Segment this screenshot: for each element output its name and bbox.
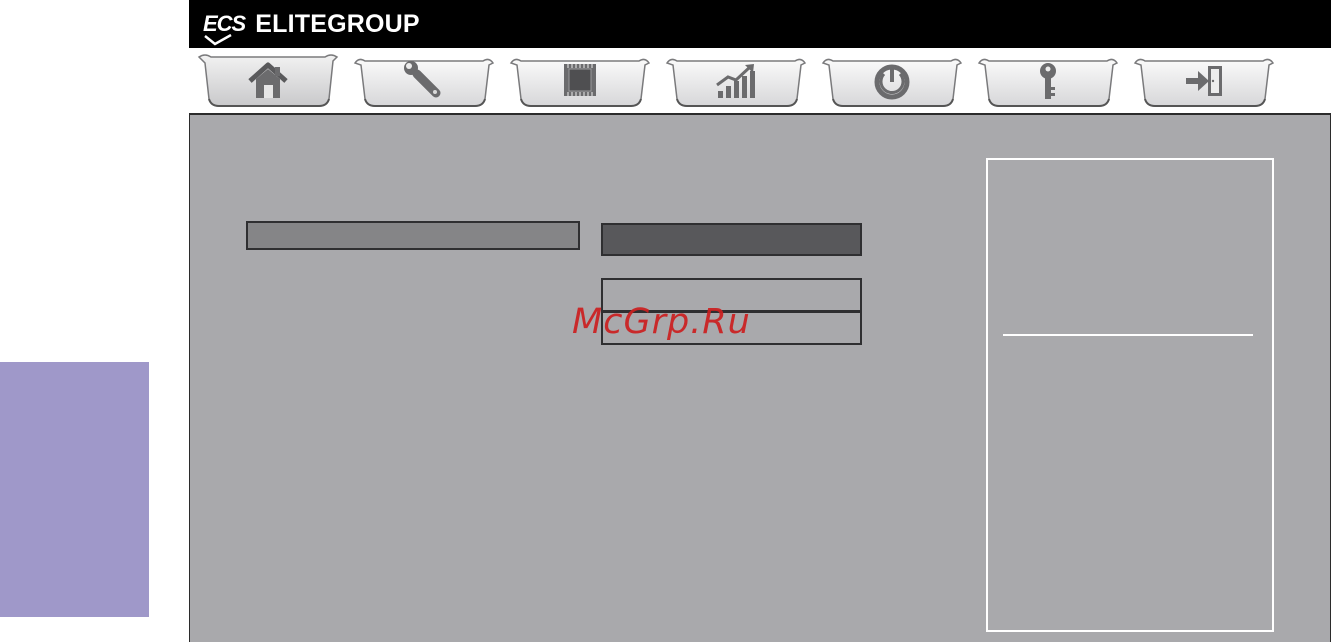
tab-advanced[interactable]	[353, 53, 495, 109]
tab-security[interactable]	[977, 53, 1119, 109]
bios-page: ECS ELITEGROUP McGrp.Ru	[0, 0, 1331, 642]
home-icon	[246, 61, 290, 101]
ecs-logo: ECS	[203, 11, 246, 46]
help-panel	[986, 158, 1274, 632]
wrench-icon	[402, 61, 446, 101]
help-divider	[1003, 334, 1253, 336]
tab-boot[interactable]	[821, 53, 963, 109]
chip-icon	[558, 61, 602, 101]
header-bar: ECS ELITEGROUP	[189, 0, 1331, 48]
power-icon	[870, 61, 914, 101]
brand: ECS ELITEGROUP	[203, 6, 420, 46]
setting-label[interactable]	[246, 221, 580, 250]
tab-chipset[interactable]	[509, 53, 651, 109]
watermark: McGrp.Ru	[572, 302, 751, 342]
tab-exit[interactable]	[1133, 53, 1275, 109]
tab-strip	[189, 48, 1331, 113]
main-panel	[189, 113, 1331, 642]
key-icon	[1026, 61, 1070, 101]
logo-swoosh-icon	[204, 34, 232, 46]
brand-name: ELITEGROUP	[255, 9, 420, 38]
side-tab	[0, 362, 149, 617]
chart-icon	[714, 61, 758, 101]
tab-performance[interactable]	[665, 53, 807, 109]
exit-icon	[1182, 61, 1226, 101]
setting-value[interactable]	[601, 223, 862, 256]
tab-main[interactable]	[197, 53, 339, 109]
